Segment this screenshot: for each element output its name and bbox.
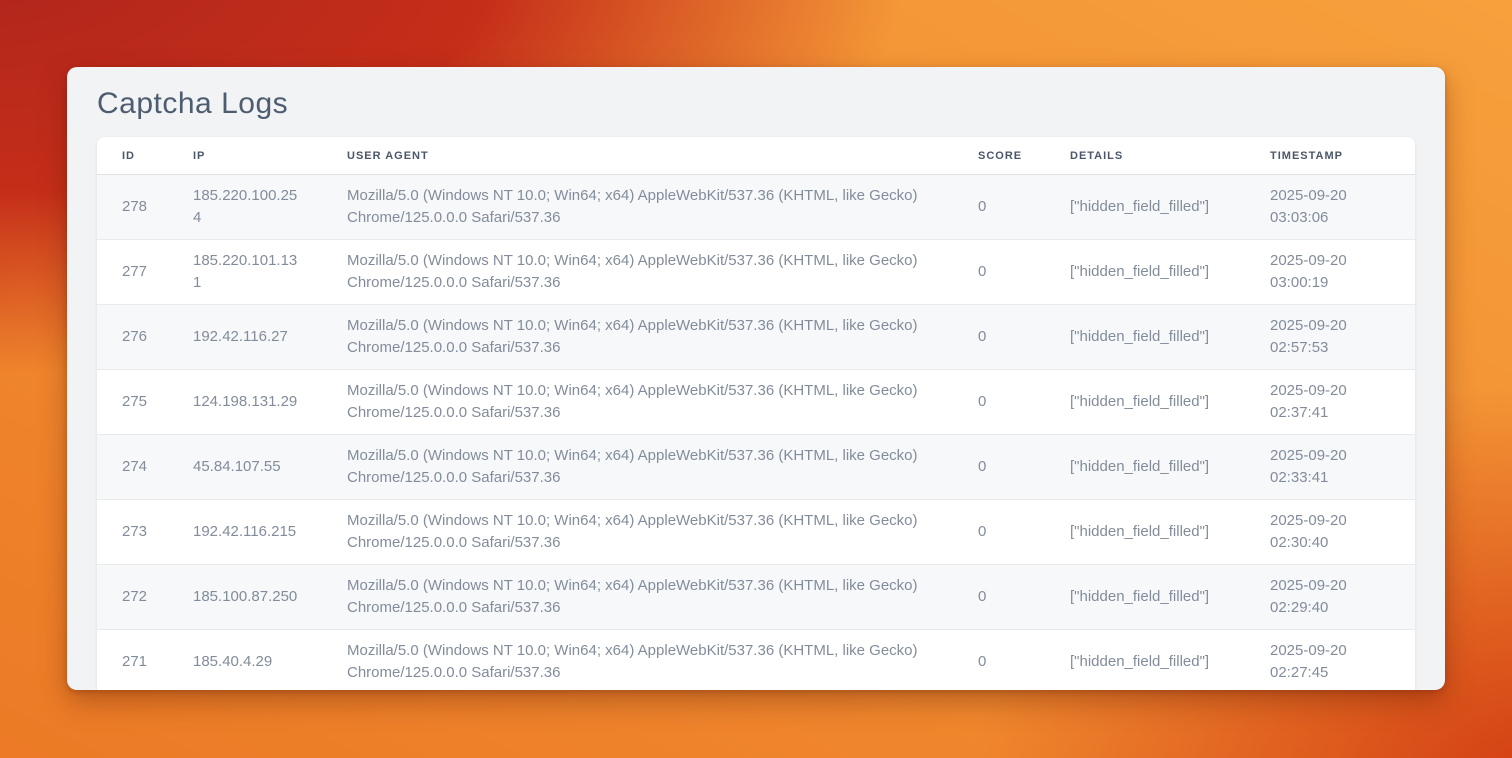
table-header-row: ID IP USER AGENT SCORE DETAILS TIMESTAMP [97,137,1415,175]
captcha-logs-card: Captcha Logs ID IP USER AGENT SCORE DETA… [67,67,1445,690]
cell-score: 0 [953,305,1045,370]
cell-timestamp: 2025-09-20 02:37:41 [1245,370,1415,435]
cell-user-agent: Mozilla/5.0 (Windows NT 10.0; Win64; x64… [322,175,953,240]
cell-details: ["hidden_field_filled"] [1045,240,1245,305]
table-row: 278185.220.100.254Mozilla/5.0 (Windows N… [97,175,1415,240]
cell-details: ["hidden_field_filled"] [1045,435,1245,500]
cell-timestamp: 2025-09-20 02:29:40 [1245,565,1415,630]
cell-timestamp: 2025-09-20 02:57:53 [1245,305,1415,370]
cell-ip: 192.42.116.215 [168,500,322,565]
cell-user-agent: Mozilla/5.0 (Windows NT 10.0; Win64; x64… [322,435,953,500]
table-row: 271185.40.4.29Mozilla/5.0 (Windows NT 10… [97,630,1415,691]
cell-user-agent: Mozilla/5.0 (Windows NT 10.0; Win64; x64… [322,370,953,435]
cell-user-agent: Mozilla/5.0 (Windows NT 10.0; Win64; x64… [322,500,953,565]
page-background: { "page": { "title": "Captcha Logs" }, "… [0,0,1512,758]
cell-details: ["hidden_field_filled"] [1045,500,1245,565]
cell-details: ["hidden_field_filled"] [1045,630,1245,691]
cell-ip: 185.100.87.250 [168,565,322,630]
cell-user-agent: Mozilla/5.0 (Windows NT 10.0; Win64; x64… [322,565,953,630]
table-row: 275124.198.131.29Mozilla/5.0 (Windows NT… [97,370,1415,435]
column-header-user-agent: USER AGENT [322,137,953,175]
cell-ip: 192.42.116.27 [168,305,322,370]
table-row: 273192.42.116.215Mozilla/5.0 (Windows NT… [97,500,1415,565]
cell-timestamp: 2025-09-20 02:33:41 [1245,435,1415,500]
column-header-details: DETAILS [1045,137,1245,175]
cell-id: 274 [97,435,168,500]
cell-score: 0 [953,240,1045,305]
cell-details: ["hidden_field_filled"] [1045,305,1245,370]
cell-id: 277 [97,240,168,305]
cell-ip: 185.220.100.254 [168,175,322,240]
table-row: 276192.42.116.27Mozilla/5.0 (Windows NT … [97,305,1415,370]
captcha-logs-table: ID IP USER AGENT SCORE DETAILS TIMESTAMP… [97,137,1415,690]
cell-ip: 185.220.101.131 [168,240,322,305]
cell-user-agent: Mozilla/5.0 (Windows NT 10.0; Win64; x64… [322,240,953,305]
cell-user-agent: Mozilla/5.0 (Windows NT 10.0; Win64; x64… [322,305,953,370]
cell-id: 273 [97,500,168,565]
column-header-ip: IP [168,137,322,175]
cell-timestamp: 2025-09-20 02:30:40 [1245,500,1415,565]
cell-id: 276 [97,305,168,370]
cell-ip: 185.40.4.29 [168,630,322,691]
column-header-timestamp: TIMESTAMP [1245,137,1415,175]
captcha-logs-table-container: ID IP USER AGENT SCORE DETAILS TIMESTAMP… [97,137,1415,690]
cell-id: 278 [97,175,168,240]
cell-timestamp: 2025-09-20 03:00:19 [1245,240,1415,305]
cell-ip: 124.198.131.29 [168,370,322,435]
cell-score: 0 [953,630,1045,691]
cell-score: 0 [953,500,1045,565]
table-row: 27445.84.107.55Mozilla/5.0 (Windows NT 1… [97,435,1415,500]
cell-score: 0 [953,435,1045,500]
cell-score: 0 [953,370,1045,435]
cell-details: ["hidden_field_filled"] [1045,370,1245,435]
cell-ip: 45.84.107.55 [168,435,322,500]
table-row: 277185.220.101.131Mozilla/5.0 (Windows N… [97,240,1415,305]
cell-user-agent: Mozilla/5.0 (Windows NT 10.0; Win64; x64… [322,630,953,691]
cell-details: ["hidden_field_filled"] [1045,175,1245,240]
page-title: Captcha Logs [97,87,1415,121]
cell-score: 0 [953,175,1045,240]
cell-id: 271 [97,630,168,691]
column-header-score: SCORE [953,137,1045,175]
cell-details: ["hidden_field_filled"] [1045,565,1245,630]
table-body: 278185.220.100.254Mozilla/5.0 (Windows N… [97,175,1415,691]
table-row: 272185.100.87.250Mozilla/5.0 (Windows NT… [97,565,1415,630]
cell-id: 275 [97,370,168,435]
column-header-id: ID [97,137,168,175]
cell-score: 0 [953,565,1045,630]
cell-timestamp: 2025-09-20 02:27:45 [1245,630,1415,691]
cell-timestamp: 2025-09-20 03:03:06 [1245,175,1415,240]
cell-id: 272 [97,565,168,630]
